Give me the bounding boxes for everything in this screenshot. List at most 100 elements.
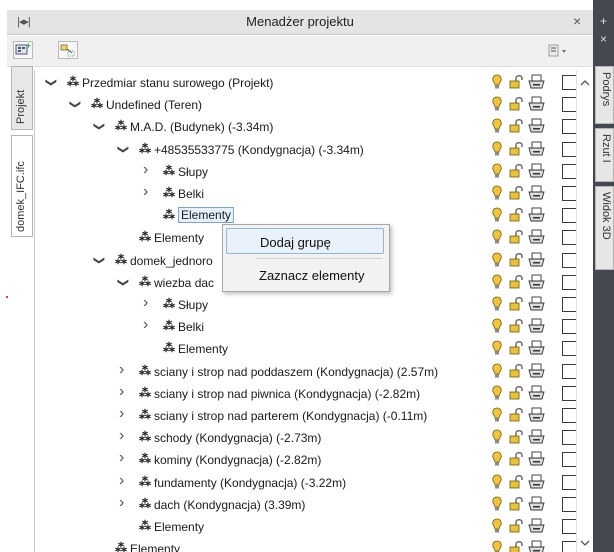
bulb-icon[interactable] <box>492 296 502 315</box>
bulb-icon[interactable] <box>492 229 502 248</box>
lock-icon[interactable] <box>509 207 525 226</box>
lock-icon[interactable] <box>509 363 525 382</box>
tab-projekt[interactable]: Projekt <box>11 66 33 130</box>
lock-icon[interactable] <box>509 163 525 182</box>
bulb-icon[interactable] <box>492 496 502 515</box>
row-checkbox[interactable] <box>562 163 577 179</box>
chevron-right-icon[interactable]: › <box>119 449 124 467</box>
row-checkbox[interactable] <box>562 97 577 113</box>
chevron-right-icon[interactable]: › <box>143 183 148 201</box>
chevron-right-icon[interactable]: › <box>119 383 124 401</box>
close-icon[interactable]: × <box>573 13 581 29</box>
row-checkbox[interactable] <box>562 363 577 379</box>
chevron-down-icon[interactable]: ❯ <box>93 122 106 131</box>
chevron-down-icon[interactable]: ❯ <box>45 78 58 87</box>
menu-item-zaznacz-elementy[interactable]: Zaznacz elementy <box>226 262 384 288</box>
printer-icon[interactable] <box>528 74 545 93</box>
bulb-icon[interactable] <box>492 207 502 226</box>
tree-row[interactable]: › ⁂ sciany i strop nad poddaszem (Kondygna… <box>35 361 577 383</box>
add-project-button[interactable]: + <box>13 41 33 59</box>
tree-item-label[interactable]: Przedmiar stanu surowego (Projekt) <box>82 76 273 90</box>
bulb-icon[interactable] <box>492 451 502 470</box>
chevron-right-icon[interactable]: › <box>119 361 124 379</box>
lock-icon[interactable] <box>509 229 525 248</box>
printer-icon[interactable] <box>528 518 545 537</box>
lock-icon[interactable] <box>509 318 525 337</box>
tree-item-label[interactable]: Słupy <box>178 298 208 312</box>
lock-icon[interactable] <box>509 496 525 515</box>
plus-icon[interactable]: + <box>593 14 614 28</box>
tab-widok-3d[interactable]: Widok 3D <box>595 186 614 270</box>
tree-row[interactable]: › ⁂ fundamenty (Kondygnacja) (-3.22m) <box>35 472 577 494</box>
chevron-down-icon[interactable]: ❯ <box>93 255 106 264</box>
printer-icon[interactable] <box>528 252 545 271</box>
tree-item-label[interactable]: Undefined (Teren) <box>106 98 202 112</box>
tree-row[interactable]: ❯ ⁂ Undefined (Teren) <box>35 94 577 116</box>
bulb-icon[interactable] <box>492 318 502 337</box>
lock-icon[interactable] <box>509 474 525 493</box>
printer-icon[interactable] <box>528 274 545 293</box>
row-checkbox[interactable] <box>562 474 577 490</box>
lock-icon[interactable] <box>509 118 525 137</box>
printer-icon[interactable] <box>528 385 545 404</box>
tree-row[interactable]: › ⁂ Słupy <box>35 161 577 183</box>
tree-row[interactable]: › ⁂ sciany i strop nad parterem (Kondygnac… <box>35 405 577 427</box>
chevron-right-icon[interactable]: › <box>143 294 148 312</box>
printer-icon[interactable] <box>528 296 545 315</box>
lock-icon[interactable] <box>509 429 525 448</box>
scroll-up-icon[interactable] <box>577 76 593 90</box>
tree-item-label[interactable]: M.A.D. (Budynek) (-3.34m) <box>130 120 273 134</box>
row-checkbox[interactable] <box>562 252 577 268</box>
lock-icon[interactable] <box>509 451 525 470</box>
tree-row[interactable]: › ⁂ Słupy <box>35 294 577 316</box>
menu-item-dodaj-grupe[interactable]: Dodaj grupę <box>226 228 384 254</box>
bulb-icon[interactable] <box>492 385 502 404</box>
tree-item-label[interactable]: +48535533775 (Kondygnacja) (-3.34m) <box>154 143 364 157</box>
lock-icon[interactable] <box>509 274 525 293</box>
bulb-icon[interactable] <box>492 141 502 160</box>
lock-icon[interactable] <box>509 141 525 160</box>
row-checkbox[interactable] <box>562 408 577 423</box>
printer-icon[interactable] <box>528 207 545 226</box>
bulb-icon[interactable] <box>492 340 502 359</box>
bulb-icon[interactable] <box>492 407 502 426</box>
tree-item-label[interactable]: Elementy <box>178 342 228 356</box>
row-checkbox[interactable] <box>562 519 577 534</box>
row-checkbox[interactable] <box>562 319 577 335</box>
tree-item-label[interactable]: Elementy <box>130 542 180 552</box>
tree-item-label[interactable]: sciany i strop nad poddaszem (Kondygnacj… <box>154 365 438 379</box>
printer-icon[interactable] <box>528 229 545 248</box>
printer-icon[interactable] <box>528 407 545 426</box>
row-checkbox[interactable] <box>562 75 577 90</box>
lock-icon[interactable] <box>509 96 525 115</box>
tree-item-label[interactable]: Belki <box>178 320 204 334</box>
row-checkbox[interactable] <box>562 230 577 246</box>
tree-row[interactable]: ⁂ Elementy <box>35 338 577 360</box>
select-tool-button[interactable] <box>58 41 78 59</box>
tree-row[interactable]: ⁂ Elementy <box>35 538 577 552</box>
row-checkbox[interactable] <box>562 119 577 135</box>
lock-icon[interactable] <box>509 540 525 552</box>
bulb-icon[interactable] <box>492 118 502 137</box>
tab-domek-ifc[interactable]: domek_IFC.ifc <box>11 135 33 237</box>
tree-row[interactable]: ❯ ⁂ +48535533775 (Kondygnacja) (-3.34m) <box>35 139 577 161</box>
tree-row[interactable]: › ⁂ dach (Kondygnacja) (3.39m) <box>35 494 577 516</box>
bulb-icon[interactable] <box>492 474 502 493</box>
bulb-icon[interactable] <box>492 96 502 115</box>
tree-item-label[interactable]: schody (Kondygnacja) (-2.73m) <box>154 431 321 445</box>
printer-icon[interactable] <box>528 451 545 470</box>
lock-icon[interactable] <box>509 296 525 315</box>
printer-icon[interactable] <box>528 141 545 160</box>
lock-icon[interactable] <box>509 252 525 271</box>
printer-icon[interactable] <box>528 185 545 204</box>
chevron-right-icon[interactable]: › <box>143 161 148 179</box>
row-checkbox[interactable] <box>562 452 577 468</box>
printer-icon[interactable] <box>528 163 545 182</box>
bulb-icon[interactable] <box>492 74 502 93</box>
chevron-down-icon[interactable]: ❯ <box>69 100 82 109</box>
lock-icon[interactable] <box>509 385 525 404</box>
scroll-down-icon[interactable] <box>577 536 593 550</box>
tree-item-label[interactable]: kominy (Kondygnacja) (-2.82m) <box>154 453 321 467</box>
lock-icon[interactable] <box>509 407 525 426</box>
tree-item-label[interactable]: sciany i strop nad parterem (Kondygnacja… <box>154 409 427 423</box>
